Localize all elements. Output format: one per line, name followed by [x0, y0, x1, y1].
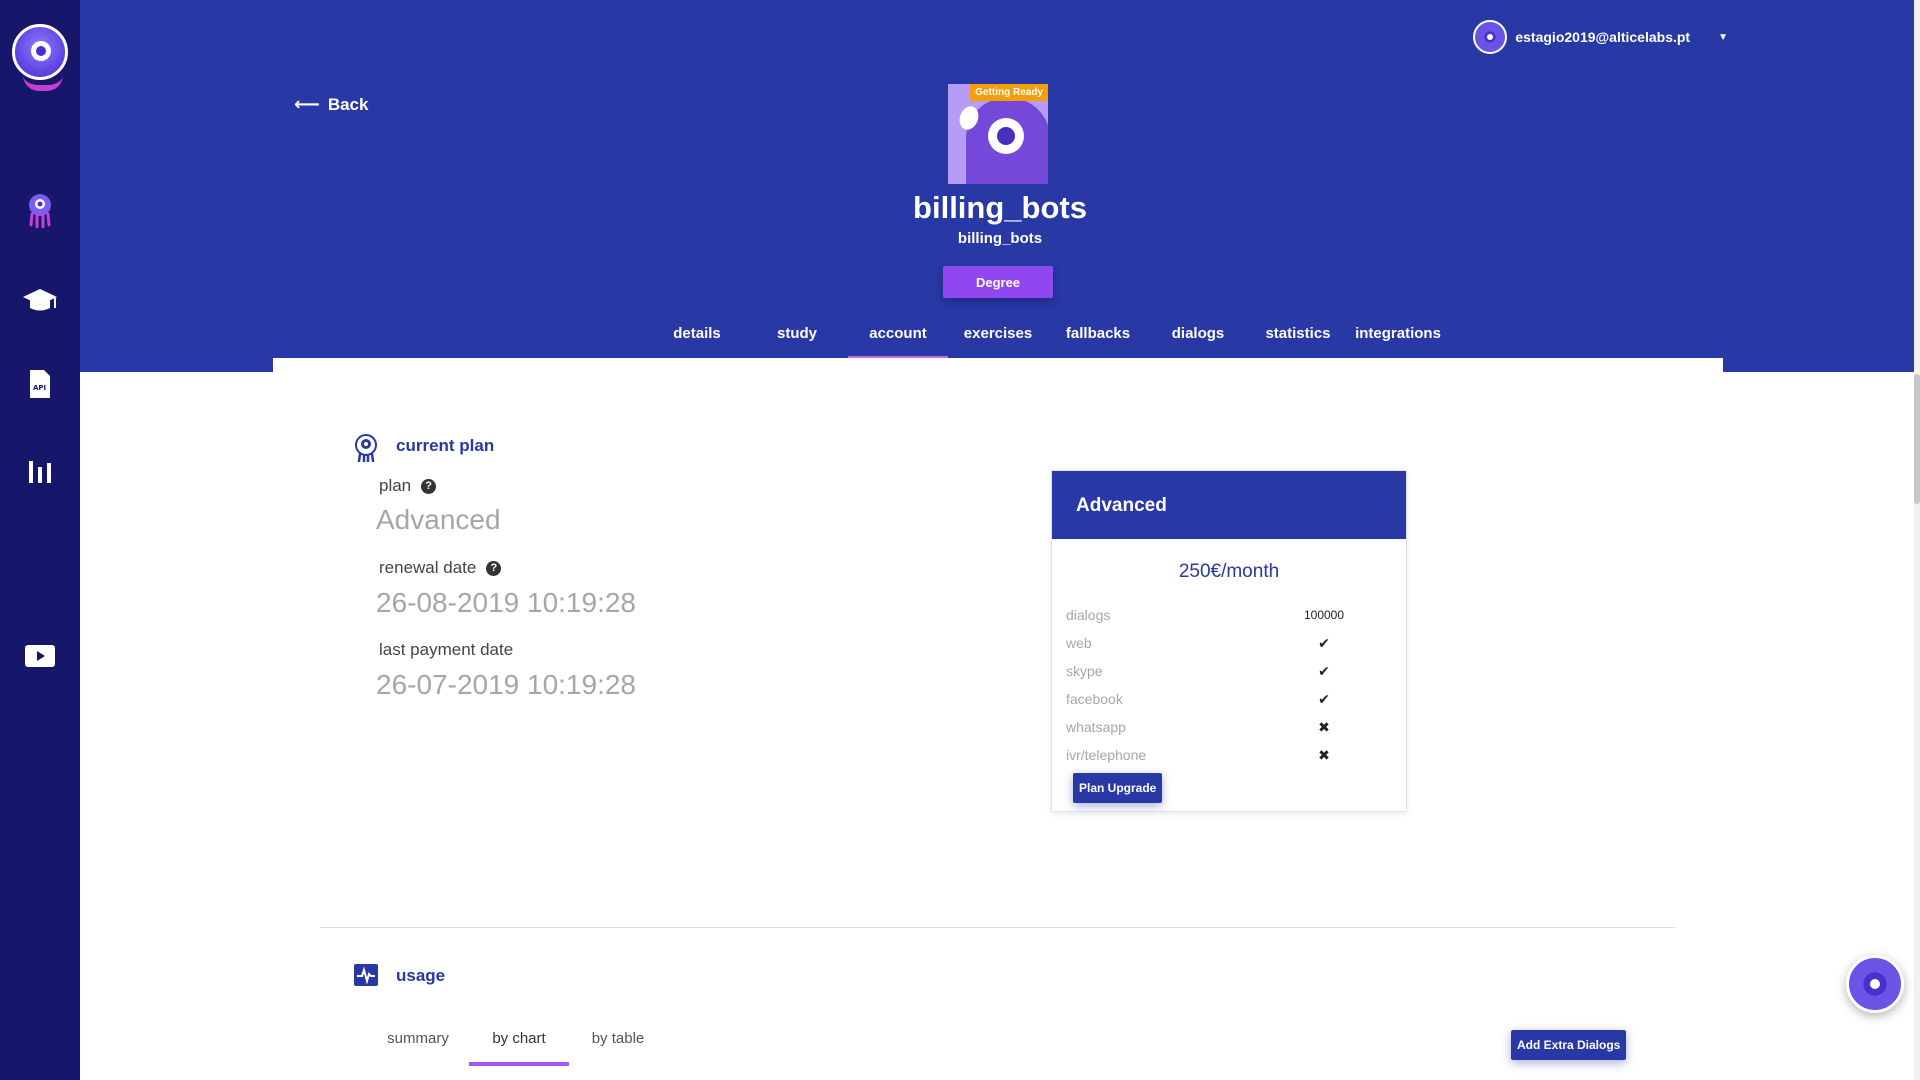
cross-icon: ✖	[1318, 718, 1330, 735]
plan-value: Advanced	[376, 504, 501, 535]
tab-dialogs[interactable]: dialogs	[1148, 318, 1248, 360]
plan-card: Advanced 250€/month dialogs 100000 web ✔…	[1051, 470, 1407, 812]
bot-avatar-eye	[988, 118, 1024, 154]
plan-feature-row: skype ✔	[1066, 659, 1396, 683]
help-icon[interactable]: ?	[486, 560, 502, 576]
active-tab-indicator	[469, 1062, 569, 1066]
user-avatar	[1473, 20, 1508, 54]
tab-integrations[interactable]: integrations	[1348, 318, 1448, 360]
user-email: estagio2019@alticelabs.pt	[1515, 29, 1691, 45]
api-doc-icon[interactable]: API	[22, 366, 58, 402]
help-icon[interactable]: ?	[421, 478, 437, 494]
plan-feature-row: ivr/telephone ✖	[1066, 743, 1396, 767]
back-button[interactable]: ⟵ Back	[294, 94, 368, 115]
plan-label: plan ?	[379, 476, 437, 496]
back-label: Back	[327, 94, 369, 114]
octopus-badge-icon	[354, 434, 378, 464]
tab-account[interactable]: account	[848, 318, 948, 360]
bot-subtitle: billing_bots	[957, 230, 1043, 247]
bot-title: billing_bots	[913, 190, 1087, 225]
content-card-top	[273, 358, 1723, 378]
tab-summary[interactable]: summary	[368, 1030, 468, 1047]
usage-heading: usage	[354, 964, 445, 988]
feature-label: facebook	[1066, 691, 1123, 707]
check-icon: ✔	[1318, 690, 1330, 707]
bot-avatar[interactable]: Getting Ready	[948, 84, 1048, 184]
tab-statistics[interactable]: statistics	[1248, 318, 1348, 360]
plan-feature-row: whatsapp ✖	[1066, 715, 1396, 739]
plan-upgrade-button[interactable]: Plan Upgrade	[1073, 773, 1163, 803]
plan-feature-row: web ✔	[1066, 631, 1396, 655]
app-logo[interactable]	[12, 24, 68, 91]
tab-details[interactable]: details	[647, 318, 747, 360]
tab-fallbacks[interactable]: fallbacks	[1048, 318, 1148, 360]
degree-button[interactable]: Degree	[943, 266, 1053, 298]
feature-label: web	[1066, 635, 1092, 651]
activity-icon	[354, 964, 378, 988]
svg-text:API: API	[33, 384, 46, 392]
arrow-left-icon: ⟵	[294, 94, 320, 114]
cross-icon: ✖	[1318, 746, 1330, 763]
last-payment-value: 26-07-2019 10:19:28	[376, 669, 636, 700]
tab-by-table[interactable]: by table	[568, 1030, 668, 1047]
graduation-cap-icon[interactable]	[22, 282, 58, 318]
feature-label: dialogs	[1066, 607, 1111, 623]
user-menu[interactable]: estagio2019@alticelabs.pt ▼	[1473, 20, 1728, 54]
plan-label-text: plan	[379, 476, 412, 495]
feature-label: skype	[1066, 663, 1103, 679]
usage-title: usage	[396, 966, 446, 985]
last-payment-label-text: last payment date	[379, 640, 514, 659]
check-icon: ✔	[1318, 634, 1330, 651]
octopus-icon[interactable]	[22, 192, 58, 228]
chevron-down-icon[interactable]: ▼	[1718, 32, 1728, 43]
scrollbar-thumb[interactable]	[1914, 374, 1920, 504]
scrollbar-track[interactable]	[1914, 0, 1920, 1080]
plan-feature-row: dialogs 100000	[1066, 603, 1396, 627]
add-extra-dialogs-button[interactable]: Add Extra Dialogs	[1511, 1030, 1627, 1060]
status-badge: Getting Ready	[970, 84, 1048, 101]
feature-label: whatsapp	[1066, 719, 1126, 735]
current-plan-title: current plan	[396, 436, 495, 455]
plan-feature-row: facebook ✔	[1066, 687, 1396, 711]
bot-header: estagio2019@alticelabs.pt ▼ ⟵ Back Getti…	[80, 0, 1920, 372]
feature-label: ivr/telephone	[1066, 747, 1147, 763]
sidebar: API	[0, 0, 80, 1080]
renewal-date-value: 26-08-2019 10:19:28	[376, 587, 636, 618]
play-icon[interactable]	[22, 638, 58, 674]
current-plan-heading: current plan	[354, 434, 495, 464]
renewal-date-label: renewal date ?	[379, 558, 502, 578]
tab-by-chart[interactable]: by chart	[469, 1030, 569, 1047]
renewal-date-label-text: renewal date	[379, 558, 477, 577]
bar-chart-icon[interactable]	[22, 452, 58, 488]
tab-study[interactable]: study	[747, 318, 847, 360]
logo-eye	[31, 41, 51, 61]
bot-tabs: details study account exercises fallback…	[80, 318, 1920, 360]
last-payment-label: last payment date	[379, 640, 513, 660]
check-icon: ✔	[1318, 662, 1330, 679]
plan-price: 250€/month	[1178, 561, 1280, 582]
chat-assistant-button[interactable]	[1846, 955, 1904, 1013]
section-divider	[320, 927, 1675, 928]
logo-tentacles	[23, 75, 63, 91]
tab-exercises[interactable]: exercises	[948, 318, 1048, 360]
feature-value: 100000	[1303, 608, 1345, 622]
plan-card-title: Advanced	[1052, 471, 1406, 539]
